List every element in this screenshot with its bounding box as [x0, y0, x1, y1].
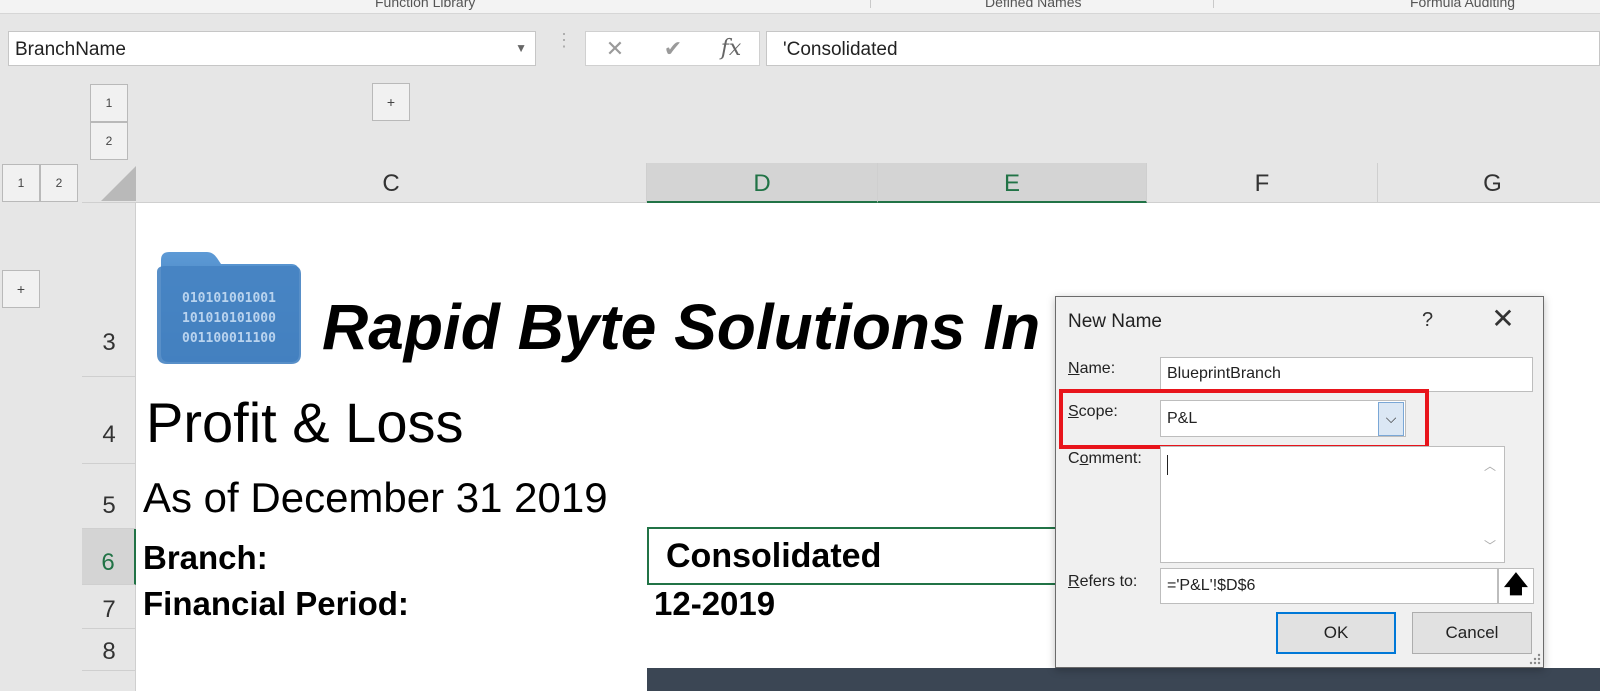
cancel-entry-icon[interactable]: ✕ — [600, 36, 630, 62]
scope-select[interactable]: P&L ⌵ — [1160, 400, 1406, 437]
svg-text:101010101000: 101010101000 — [182, 311, 276, 326]
name-input-value: BlueprintBranch — [1167, 365, 1281, 382]
insert-function-icon[interactable]: fx — [716, 36, 746, 62]
row-outline-level-2[interactable]: 2 — [40, 164, 78, 202]
resize-grip-icon[interactable] — [1529, 653, 1541, 665]
chevron-down-icon[interactable]: ⌵ — [1378, 402, 1404, 436]
row-header-7[interactable]: 7 — [82, 585, 136, 629]
cancel-button[interactable]: Cancel — [1412, 612, 1532, 654]
chevron-down-icon[interactable]: ▼ — [515, 41, 527, 55]
group-separator — [1213, 0, 1214, 8]
column-header-c[interactable]: C — [136, 163, 647, 203]
group-formula-auditing: Formula Auditing — [1410, 0, 1516, 10]
financial-period-value: 12-2019 — [654, 585, 776, 622]
comment-label: Comment: — [1068, 450, 1142, 467]
formula-text: 'Consolidated — [783, 39, 898, 60]
refers-to-value: ='P&L'!$D$6 — [1167, 577, 1256, 594]
svg-text:010101001001: 010101001001 — [182, 291, 276, 306]
enter-entry-icon[interactable]: ✔ — [658, 36, 688, 62]
company-name: Rapid Byte Solutions In — [322, 291, 1041, 363]
svg-text:001100011100: 001100011100 — [182, 331, 276, 346]
comment-textarea[interactable]: ︿ ﹀ — [1160, 446, 1505, 563]
scope-select-value: P&L — [1167, 410, 1198, 427]
scope-label: Scope: — [1068, 403, 1118, 420]
formula-bar-buttons: ✕ ✔ fx — [585, 31, 760, 66]
text-caret — [1167, 455, 1168, 475]
row-group-expand-button[interactable]: + — [2, 270, 40, 308]
formula-bar-resize-grip[interactable]: ⋮ — [555, 31, 573, 60]
new-name-dialog: New Name ? ✕ Name: BlueprintBranch Scope… — [1055, 296, 1544, 668]
help-icon[interactable]: ? — [1422, 309, 1433, 332]
group-function-library: Function Library — [375, 0, 476, 10]
column-outline-level-2[interactable]: 2 — [90, 122, 128, 160]
report-title: Profit & Loss — [146, 391, 464, 454]
folder-logo-icon: 010101001001 101010101000 001100011100 — [157, 252, 301, 364]
column-header-d[interactable]: D — [647, 163, 878, 203]
report-date: As of December 31 2019 — [143, 474, 608, 521]
financial-period-label: Financial Period: — [143, 585, 409, 622]
collapse-dialog-arrow-icon[interactable]: 🡅 — [1498, 568, 1534, 604]
company-logo: 010101001001 101010101000 001100011100 — [155, 250, 303, 365]
column-outline-level-1[interactable]: 1 — [90, 84, 128, 122]
refers-to-input[interactable]: ='P&L'!$D$6 — [1160, 568, 1498, 604]
select-all-button[interactable] — [101, 166, 136, 201]
row-header-3[interactable]: 3 — [82, 203, 136, 377]
branch-label: Branch: — [143, 539, 268, 576]
column-header-e[interactable]: E — [878, 163, 1147, 203]
row-header-6[interactable]: 6 — [82, 529, 136, 585]
scroll-down-icon[interactable]: ﹀ — [1478, 537, 1502, 554]
group-defined-names: Defined Names — [985, 0, 1082, 10]
group-separator — [870, 0, 871, 8]
row-header-4[interactable]: 4 — [82, 377, 136, 464]
name-input[interactable]: BlueprintBranch — [1160, 357, 1533, 392]
row-header-8[interactable]: 8 — [82, 629, 136, 671]
close-icon[interactable]: ✕ — [1486, 303, 1520, 337]
active-cell-d6[interactable]: Consolidated — [647, 527, 1067, 585]
ok-button[interactable]: OK — [1276, 612, 1396, 654]
column-header-f[interactable]: F — [1147, 163, 1378, 203]
name-box[interactable]: BranchName ▼ — [8, 31, 536, 66]
row-header-bar: 3 4 5 6 7 8 — [82, 203, 136, 691]
comment-scrollbar[interactable]: ︿ ﹀ — [1478, 449, 1502, 561]
header-band — [647, 668, 1600, 691]
ribbon-group-labels: Function Library Defined Names Formula A… — [0, 0, 1600, 14]
row-header-5[interactable]: 5 — [82, 464, 136, 529]
name-box-value: BranchName — [15, 39, 126, 60]
column-header-g[interactable]: G — [1378, 163, 1600, 203]
row-outline-level-1[interactable]: 1 — [2, 164, 40, 202]
formula-input[interactable]: 'Consolidated — [766, 31, 1600, 66]
column-group-expand-button[interactable]: + — [372, 83, 410, 121]
scroll-up-icon[interactable]: ︿ — [1478, 457, 1502, 474]
name-label: Name: — [1068, 360, 1116, 377]
branch-value: Consolidated — [666, 537, 882, 575]
refers-to-label: Refers to: — [1068, 573, 1138, 590]
dialog-title: New Name — [1068, 311, 1162, 332]
column-header-bar: C D E F G — [82, 163, 1600, 203]
